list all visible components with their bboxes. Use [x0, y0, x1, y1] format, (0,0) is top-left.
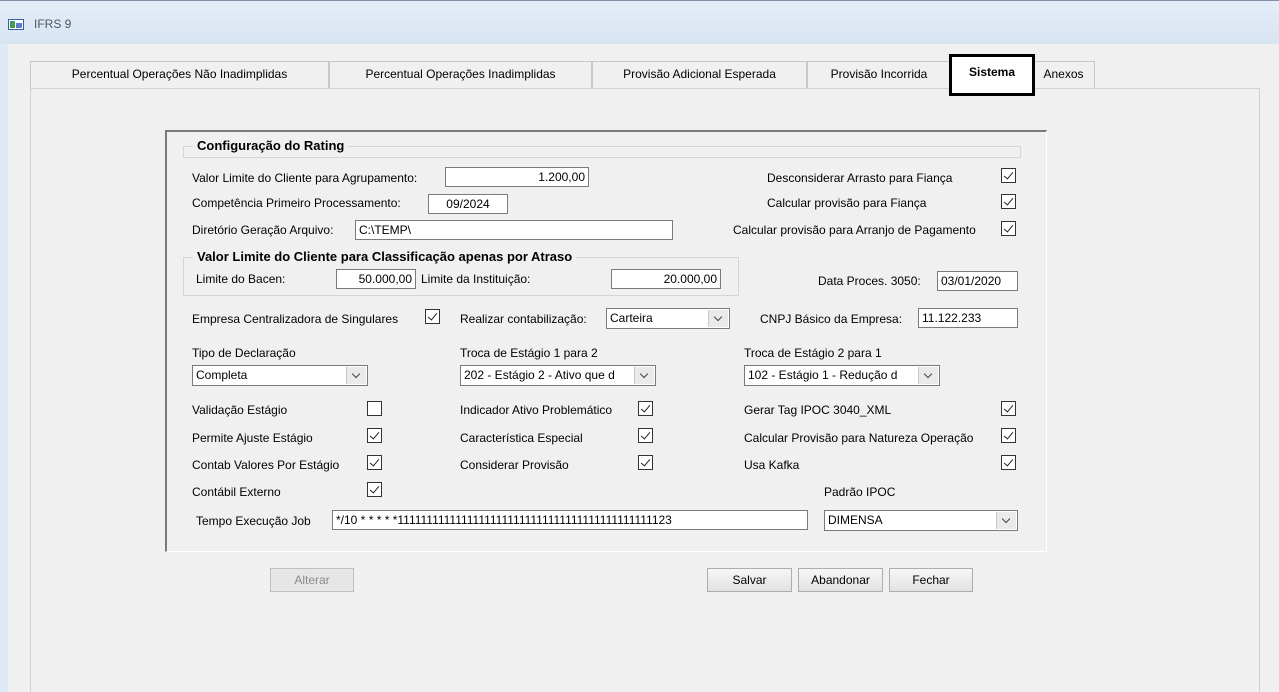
cnpj-input[interactable]: 11.122.233 — [918, 308, 1018, 328]
alterar-button[interactable]: Alterar — [270, 568, 354, 592]
usa-kafka-checkbox[interactable] — [1001, 455, 1016, 470]
calcular-natureza-label: Calcular Provisão para Natureza Operação — [744, 431, 974, 445]
gerar-tag-label: Gerar Tag IPOC 3040_XML — [744, 403, 892, 417]
instituicao-input[interactable]: 20.000,00 — [611, 269, 721, 289]
contabilizacao-select[interactable]: Carteira — [606, 308, 730, 329]
permite-ajuste-checkbox[interactable] — [367, 428, 382, 443]
salvar-button[interactable]: Salvar — [707, 568, 792, 592]
indicador-ativo-checkbox[interactable] — [638, 401, 653, 416]
calcular-arranjo-checkbox[interactable] — [1001, 221, 1016, 236]
cnpj-label: CNPJ Básico da Empresa: — [760, 312, 903, 326]
contabilizacao-label: Realizar contabilização: — [460, 312, 587, 326]
troca-2-1-select[interactable]: 102 - Estágio 1 - Redução d — [744, 365, 940, 386]
chevron-down-icon[interactable] — [708, 310, 728, 327]
validacao-estagio-checkbox[interactable] — [367, 401, 382, 416]
considerar-provisao-checkbox[interactable] — [638, 455, 653, 470]
tipo-declaracao-label: Tipo de Declaração — [192, 346, 296, 360]
tab-sistema[interactable]: Sistema — [949, 54, 1035, 96]
chevron-down-icon[interactable] — [918, 367, 938, 384]
calcular-fianca-label: Calcular provisão para Fiança — [767, 196, 927, 210]
configuracao-group — [165, 130, 1047, 552]
window-title: IFRS 9 — [34, 17, 72, 31]
padrao-ipoc-label: Padrão IPOC — [824, 485, 896, 499]
tipo-declaracao-select[interactable]: Completa — [192, 365, 368, 386]
tempo-execucao-input[interactable]: */10 * * * * *11111111111111111111111111… — [332, 510, 808, 530]
empresa-centralizadora-checkbox[interactable] — [425, 309, 440, 324]
competencia-label: Competência Primeiro Processamento: — [192, 196, 401, 210]
atraso-legend: Valor Limite do Cliente para Classificaç… — [193, 249, 577, 264]
tab-provisao-adicional[interactable]: Provisão Adicional Esperada — [592, 61, 807, 89]
permite-ajuste-label: Permite Ajuste Estágio — [192, 431, 313, 445]
gerar-tag-checkbox[interactable] — [1001, 401, 1016, 416]
rating-legend: Configuração do Rating — [193, 138, 349, 153]
tab-percentual-inadimplidas[interactable]: Percentual Operações Inadimplidas — [329, 61, 592, 89]
desconsiderar-label: Desconsiderar Arrasto para Fiança — [767, 171, 953, 185]
troca-2-1-value: 102 - Estágio 1 - Redução d — [748, 368, 898, 382]
valor-limite-label: Valor Limite do Cliente para Agrupamento… — [192, 171, 418, 185]
validacao-estagio-label: Validação Estágio — [192, 403, 288, 417]
padrao-ipoc-value: DIMENSA — [828, 513, 883, 527]
desconsiderar-checkbox[interactable] — [1001, 168, 1016, 183]
data-proces-input[interactable]: 03/01/2020 — [937, 271, 1018, 291]
contab-valores-label: Contab Valores Por Estágio — [192, 458, 340, 472]
troca-1-2-select[interactable]: 202 - Estágio 2 - Ativo que d — [460, 365, 656, 386]
contabil-externo-checkbox[interactable] — [367, 482, 382, 497]
tab-provisao-incorrida[interactable]: Provisão Incorrida — [807, 61, 951, 89]
contabil-externo-label: Contábil Externo — [192, 485, 281, 499]
caracteristica-especial-label: Característica Especial — [460, 431, 583, 445]
caracteristica-especial-checkbox[interactable] — [638, 428, 653, 443]
tab-anexos[interactable]: Anexos — [1032, 61, 1095, 89]
empresa-centralizadora-label: Empresa Centralizadora de Singulares — [192, 312, 399, 326]
tipo-declaracao-value: Completa — [196, 368, 248, 382]
troca-1-2-label: Troca de Estágio 1 para 2 — [460, 346, 598, 360]
calcular-natureza-checkbox[interactable] — [1001, 428, 1016, 443]
considerar-provisao-label: Considerar Provisão — [460, 458, 569, 472]
title-bar — [0, 0, 1279, 44]
instituicao-label: Limite da Instituição: — [421, 272, 531, 286]
window-left-edge — [0, 44, 8, 692]
chevron-down-icon[interactable] — [996, 512, 1016, 529]
diretorio-input[interactable]: C:\TEMP\ — [355, 220, 673, 240]
diretorio-label: Diretório Geração Arquivo: — [192, 223, 334, 237]
abandonar-button[interactable]: Abandonar — [798, 568, 883, 592]
competencia-input[interactable]: 09/2024 — [428, 194, 508, 214]
indicador-ativo-label: Indicador Ativo Problemático — [460, 403, 613, 417]
contab-valores-checkbox[interactable] — [367, 455, 382, 470]
app-icon — [8, 19, 24, 30]
bacen-input[interactable]: 50.000,00 — [336, 269, 416, 289]
bacen-label: Limite do Bacen: — [196, 272, 286, 286]
calcular-fianca-checkbox[interactable] — [1001, 194, 1016, 209]
tab-percentual-nao-inadimplidas[interactable]: Percentual Operações Não Inadimplidas — [30, 61, 329, 89]
usa-kafka-label: Usa Kafka — [744, 458, 800, 472]
calcular-arranjo-label: Calcular provisão para Arranjo de Pagame… — [733, 223, 976, 237]
fechar-button[interactable]: Fechar — [889, 568, 973, 592]
tempo-execucao-label: Tempo Execução Job — [196, 514, 311, 528]
padrao-ipoc-select[interactable]: DIMENSA — [824, 510, 1018, 531]
troca-1-2-value: 202 - Estágio 2 - Ativo que d — [464, 368, 615, 382]
chevron-down-icon[interactable] — [634, 367, 654, 384]
troca-2-1-label: Troca de Estágio 2 para 1 — [744, 346, 882, 360]
data-proces-label: Data Proces. 3050: — [818, 274, 921, 288]
valor-limite-input[interactable]: 1.200,00 — [445, 167, 589, 187]
chevron-down-icon[interactable] — [346, 367, 366, 384]
